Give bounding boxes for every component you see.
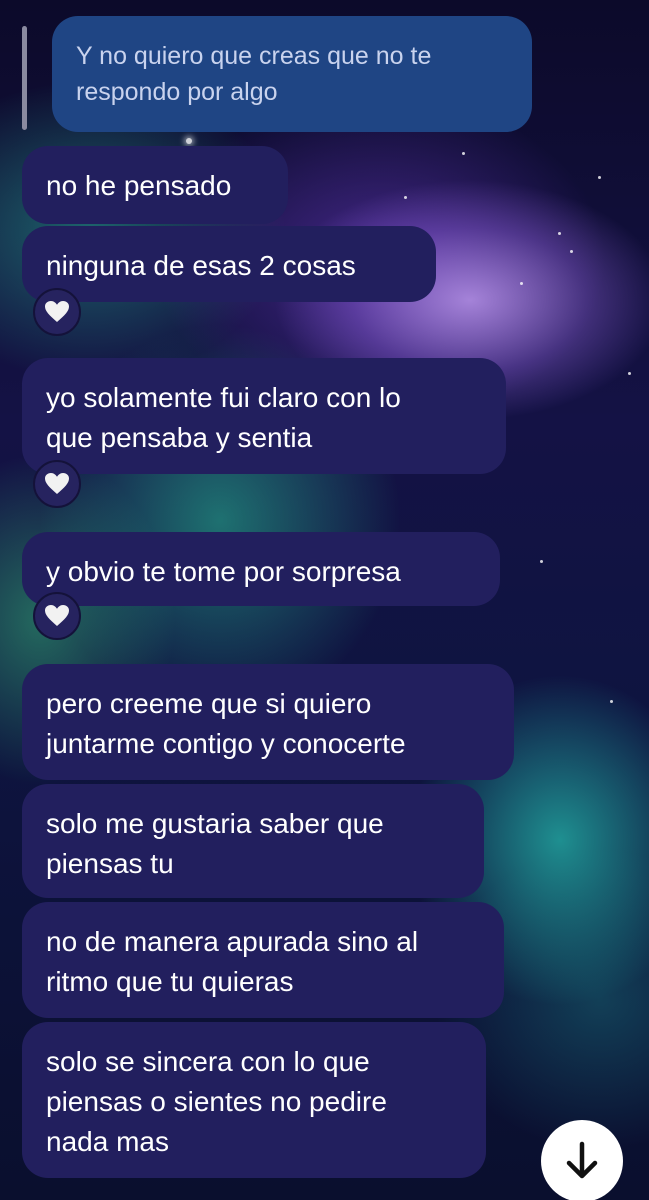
star — [558, 232, 561, 235]
star — [520, 282, 523, 285]
heart-icon — [45, 473, 69, 494]
message-bubble[interactable]: no he pensado — [22, 146, 288, 224]
arrow-down-icon — [566, 1141, 598, 1179]
star — [462, 152, 465, 155]
reply-thread-bar — [22, 26, 27, 130]
message-bubble[interactable]: solo se sincera con lo que piensas o sie… — [22, 1022, 486, 1178]
star — [610, 700, 613, 703]
reaction-badge[interactable] — [33, 592, 81, 640]
message-bubble[interactable]: pero creeme que si quiero juntarme conti… — [22, 664, 514, 780]
heart-icon — [45, 605, 69, 626]
star — [598, 176, 601, 179]
star — [628, 372, 631, 375]
message-bubble[interactable]: y obvio te tome por sorpresa — [22, 532, 500, 606]
reaction-badge[interactable] — [33, 460, 81, 508]
star — [570, 250, 573, 253]
heart-icon — [45, 301, 69, 322]
star — [404, 196, 407, 199]
message-bubble[interactable]: ninguna de esas 2 cosas — [22, 226, 436, 302]
message-bubble[interactable]: no de manera apurada sino al ritmo que t… — [22, 902, 504, 1018]
message-bubble[interactable]: yo solamente fui claro con lo que pensab… — [22, 358, 506, 474]
scroll-to-bottom-button[interactable] — [541, 1120, 623, 1200]
star — [540, 560, 543, 563]
star — [186, 138, 192, 144]
quoted-message-bubble[interactable]: Y no quiero que creas que no te respondo… — [52, 16, 532, 132]
message-bubble[interactable]: solo me gustaria saber que piensas tu — [22, 784, 484, 898]
reaction-badge[interactable] — [33, 288, 81, 336]
